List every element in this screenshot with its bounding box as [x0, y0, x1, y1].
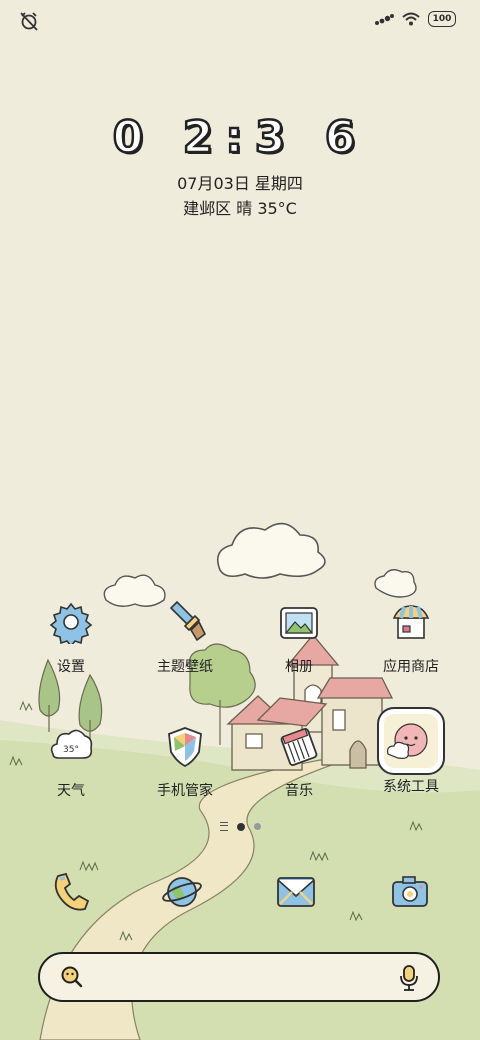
search-icon[interactable] [60, 965, 84, 989]
app-theme-wallpaper[interactable]: 主题壁纸 [130, 596, 240, 676]
app-store[interactable]: 应用商店 [356, 596, 466, 676]
camera-icon[interactable] [384, 866, 436, 918]
wifi-icon [402, 12, 420, 26]
app-phone-manager[interactable]: 手机管家 [130, 720, 240, 800]
status-bar: 100 [0, 0, 480, 40]
page-indicator-feed[interactable] [219, 822, 228, 831]
microphone-icon[interactable] [398, 964, 420, 992]
cloud-big [216, 522, 326, 579]
app-weather[interactable]: 35° 天气 [16, 720, 126, 800]
message-envelope-icon[interactable] [270, 866, 322, 918]
app-label: 设置 [57, 659, 85, 675]
app-label: 音乐 [285, 783, 313, 799]
app-label: 主题壁纸 [157, 659, 213, 675]
svg-text:35°: 35° [63, 745, 79, 755]
app-label: 相册 [285, 659, 313, 675]
shield-icon [159, 720, 211, 772]
piano-icon [273, 720, 325, 772]
status-right-group: 100 [374, 11, 456, 27]
paintbrush-icon [159, 596, 211, 648]
page-indicator-dot-active[interactable] [236, 822, 245, 831]
clock-time[interactable]: 0 2:3 6 [0, 111, 480, 165]
app-label: 手机管家 [157, 783, 213, 799]
page-indicator-dot[interactable] [253, 823, 261, 830]
app-gallery[interactable]: 相册 [244, 596, 354, 676]
app-label: 天气 [57, 783, 85, 799]
app-system-tools[interactable]: 系统工具 [356, 706, 466, 796]
alarm-off-icon [18, 10, 40, 32]
signal-icon [375, 14, 394, 25]
date-text[interactable]: 07月03日 星期四 [0, 170, 480, 194]
app-label: 应用商店 [383, 659, 439, 675]
search-bar[interactable] [38, 952, 440, 1002]
app-label: 系统工具 [383, 779, 439, 795]
gear-icon [45, 596, 97, 648]
app-music[interactable]: 音乐 [244, 720, 354, 800]
browser-planet-icon[interactable] [156, 866, 208, 918]
gallery-icon [273, 596, 325, 648]
battery-icon: 100 [428, 11, 456, 27]
phone-icon[interactable] [44, 866, 96, 918]
store-icon [385, 596, 437, 648]
page-indicator[interactable] [0, 822, 480, 831]
app-settings[interactable]: 设置 [16, 596, 126, 676]
folder-icon [376, 706, 446, 776]
weather-text[interactable]: 建邺区 晴 35°C [0, 195, 480, 219]
cloud-icon: 35° [45, 720, 97, 772]
